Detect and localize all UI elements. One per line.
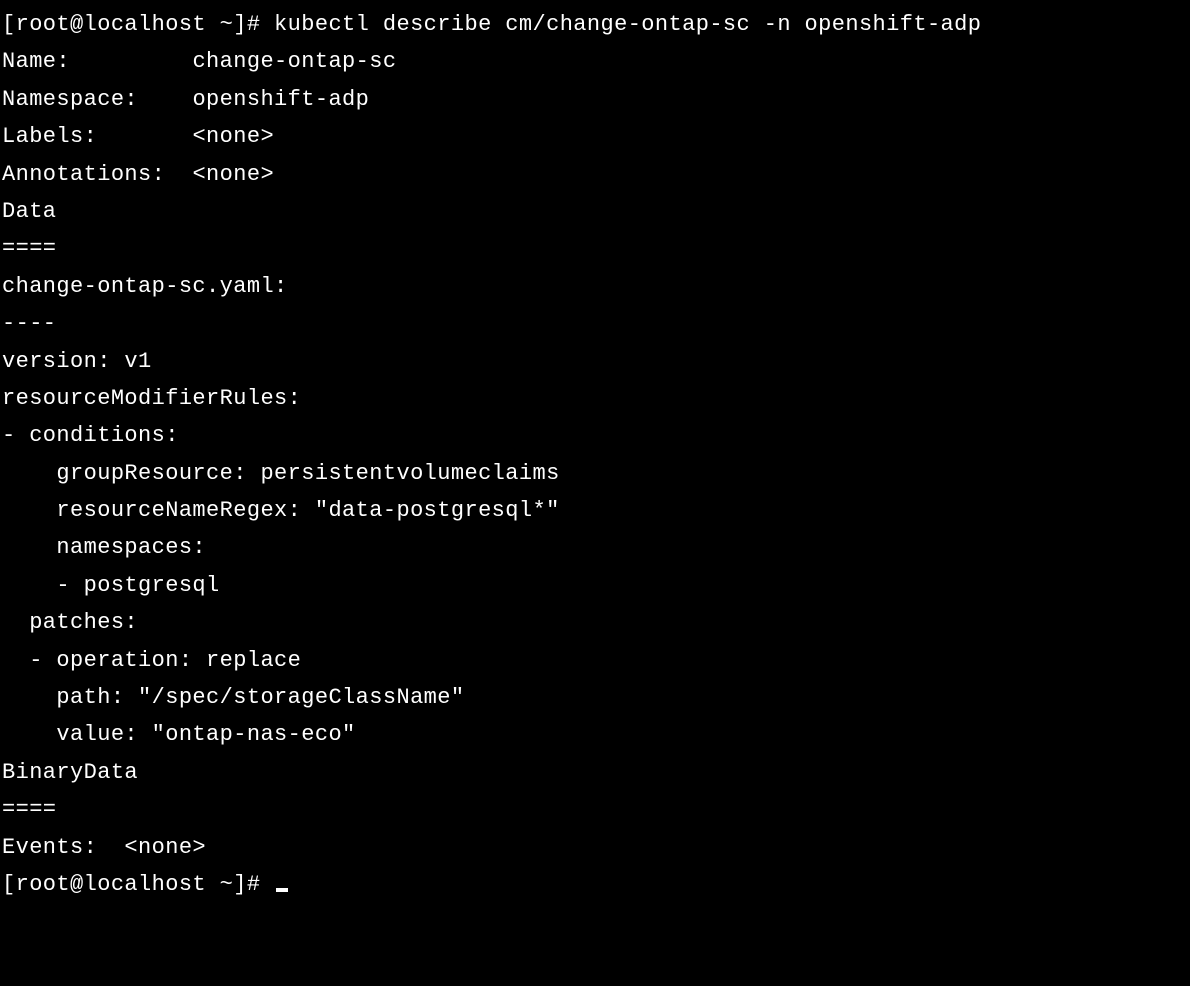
output-annotations: Annotations: <none> xyxy=(2,156,1190,193)
command-line-2[interactable]: [root@localhost ~]# xyxy=(2,866,1190,903)
yaml-path: path: "/spec/storageClassName" xyxy=(2,679,1190,716)
yaml-operation: - operation: replace xyxy=(2,642,1190,679)
cursor-icon xyxy=(276,888,288,892)
yaml-group: groupResource: persistentvolumeclaims xyxy=(2,455,1190,492)
prompt: [root@localhost ~]# xyxy=(2,12,274,37)
binary-header: BinaryData xyxy=(2,754,1190,791)
yaml-rules: resourceModifierRules: xyxy=(2,380,1190,417)
command-line-1: [root@localhost ~]# kubectl describe cm/… xyxy=(2,6,1190,43)
output-labels: Labels: <none> xyxy=(2,118,1190,155)
data-key: change-ontap-sc.yaml: xyxy=(2,268,1190,305)
yaml-version: version: v1 xyxy=(2,343,1190,380)
output-name: Name: change-ontap-sc xyxy=(2,43,1190,80)
output-namespace: Namespace: openshift-adp xyxy=(2,81,1190,118)
prompt: [root@localhost ~]# xyxy=(2,872,274,897)
yaml-ns-item: - postgresql xyxy=(2,567,1190,604)
output-events: Events: <none> xyxy=(2,829,1190,866)
data-underline: ==== xyxy=(2,230,1190,267)
terminal-window[interactable]: [root@localhost ~]# kubectl describe cm/… xyxy=(2,6,1190,903)
data-dashes: ---- xyxy=(2,305,1190,342)
yaml-patches: patches: xyxy=(2,604,1190,641)
command-text: kubectl describe cm/change-ontap-sc -n o… xyxy=(274,12,981,37)
binary-underline: ==== xyxy=(2,791,1190,828)
data-header: Data xyxy=(2,193,1190,230)
yaml-conditions: - conditions: xyxy=(2,417,1190,454)
yaml-regex: resourceNameRegex: "data-postgresql*" xyxy=(2,492,1190,529)
yaml-value: value: "ontap-nas-eco" xyxy=(2,716,1190,753)
yaml-namespaces: namespaces: xyxy=(2,529,1190,566)
